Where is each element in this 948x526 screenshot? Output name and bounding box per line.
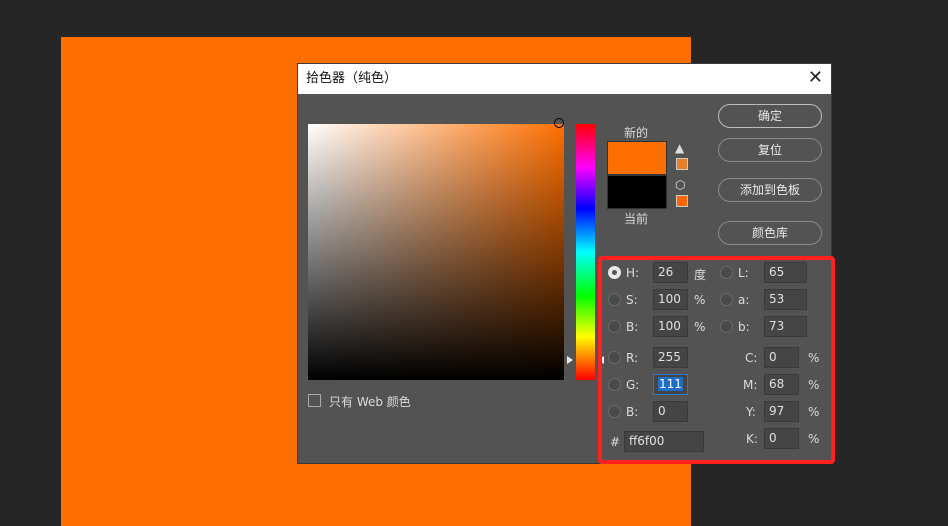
color-libraries-button[interactable]: 颜色库 [718, 221, 822, 245]
new-color-swatch [607, 141, 667, 175]
dialog-title-bar[interactable]: 拾色器（纯色） [298, 64, 831, 94]
color-field-picker-handle[interactable] [554, 118, 564, 128]
reset-button[interactable]: 复位 [718, 138, 822, 162]
ok-button[interactable]: 确定 [718, 104, 822, 128]
hue-slider[interactable] [576, 124, 595, 380]
web-safe-swatch[interactable] [676, 195, 688, 207]
web-only-label: 只有 Web 颜色 [329, 395, 411, 409]
close-icon[interactable]: ✕ [808, 64, 823, 92]
gamut-warning-swatch[interactable] [676, 158, 688, 170]
highlight-box [598, 256, 835, 464]
gamut-warning-icon[interactable]: ▲ [675, 141, 684, 155]
color-picker-dialog: 拾色器（纯色） ✕ 新的 当前 ▲ ⬡ 确定 复位 添加到色板 颜色库 只有 W… [297, 63, 835, 464]
new-color-label: 新的 [624, 126, 649, 140]
web-only-checkbox[interactable] [308, 394, 321, 407]
current-color-swatch[interactable] [607, 175, 667, 209]
color-field[interactable] [308, 124, 564, 380]
current-color-label: 当前 [624, 212, 649, 226]
web-safe-cube-icon[interactable]: ⬡ [675, 178, 685, 192]
hue-slider-left-arrow[interactable] [567, 356, 573, 364]
add-to-swatches-button[interactable]: 添加到色板 [718, 178, 822, 202]
dialog-title: 拾色器（纯色） [306, 71, 398, 86]
